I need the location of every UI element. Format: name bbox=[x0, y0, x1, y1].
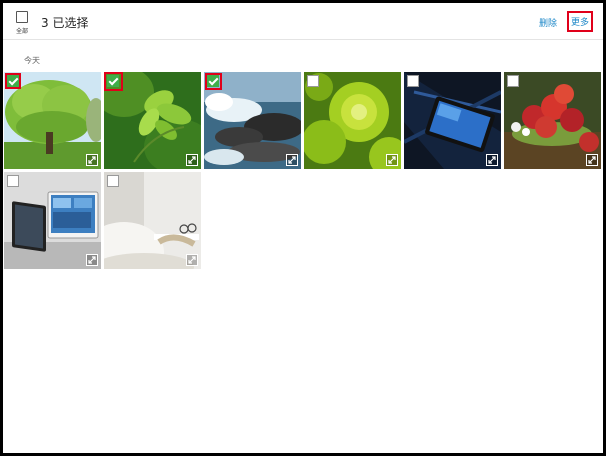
checkbox-icon[interactable] bbox=[507, 75, 519, 87]
photo-tile-green-leaves[interactable] bbox=[104, 72, 201, 169]
more-button-label: 更多 bbox=[570, 18, 589, 28]
select-all-checkbox-icon[interactable] bbox=[16, 11, 28, 23]
photo-tile-green-succulent[interactable] bbox=[304, 72, 401, 169]
section-title-today: 今天 bbox=[24, 56, 40, 65]
gallery-screen: 全部 3 已选择 删除 更多 今天 bbox=[3, 3, 603, 453]
photo-tile-red-apples[interactable] bbox=[504, 72, 601, 169]
checkbox-icon[interactable] bbox=[307, 75, 319, 87]
expand-icon[interactable] bbox=[86, 154, 98, 166]
more-button[interactable]: 更多 bbox=[567, 11, 593, 32]
selection-toolbar: 全部 3 已选择 删除 更多 bbox=[3, 3, 603, 40]
expand-icon[interactable] bbox=[386, 154, 398, 166]
selection-count: 3 已选择 bbox=[41, 16, 89, 30]
selection-highlight bbox=[104, 72, 123, 91]
photo-tile-ocean-rocks[interactable] bbox=[204, 72, 301, 169]
photo-tile-white-sofa[interactable] bbox=[104, 172, 201, 269]
expand-icon[interactable] bbox=[586, 154, 598, 166]
selection-highlight bbox=[205, 73, 222, 90]
checkbox-icon[interactable] bbox=[107, 175, 119, 187]
expand-icon[interactable] bbox=[86, 254, 98, 266]
photo-tile-tree[interactable] bbox=[4, 72, 101, 169]
delete-button[interactable]: 删除 bbox=[539, 16, 557, 29]
expand-icon[interactable] bbox=[286, 154, 298, 166]
select-all-label: 全部 bbox=[15, 28, 28, 35]
select-all-control[interactable]: 全部 bbox=[14, 11, 30, 39]
photo-tile-tablet-dark[interactable] bbox=[404, 72, 501, 169]
checkbox-icon[interactable] bbox=[7, 175, 19, 187]
selection-highlight bbox=[5, 73, 21, 89]
expand-icon[interactable] bbox=[186, 254, 198, 266]
checkbox-icon[interactable] bbox=[407, 75, 419, 87]
expand-icon[interactable] bbox=[186, 154, 198, 166]
photo-tile-tablet-stand[interactable] bbox=[4, 172, 101, 269]
expand-icon[interactable] bbox=[486, 154, 498, 166]
